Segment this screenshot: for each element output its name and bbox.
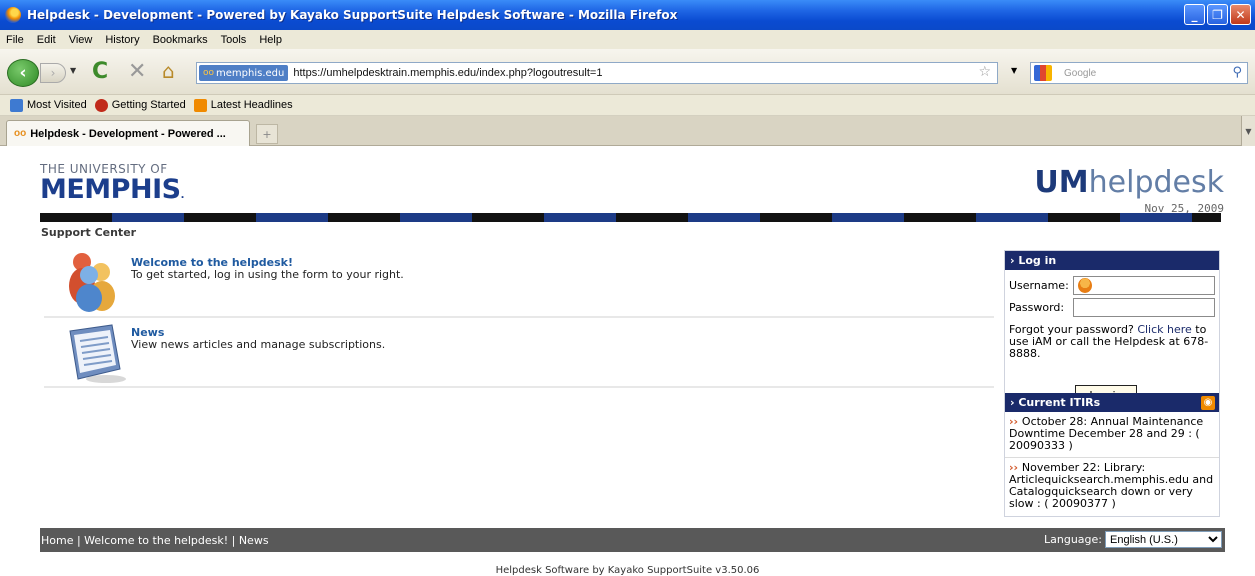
window-titlebar: Helpdesk - Development - Powered by Kaya… [0, 0, 1255, 30]
maximize-button[interactable]: ❐ [1207, 4, 1228, 25]
stop-icon[interactable]: ✕ [128, 59, 146, 84]
itir-item[interactable]: ›› October 28: Annual Maintenance Downti… [1005, 412, 1219, 458]
bookmark-most-visited[interactable]: Most Visited [10, 98, 87, 112]
menu-tools[interactable]: Tools [221, 34, 247, 46]
getting-started-icon [94, 98, 108, 112]
rss-feed-icon[interactable]: ◉ [1201, 395, 1215, 410]
menu-help[interactable]: Help [259, 34, 282, 46]
itir-text: November 22: Library: Articlequicksearch… [1009, 461, 1214, 510]
university-logo-line2: MEMPHIS [40, 174, 181, 205]
reload-icon[interactable]: C [92, 59, 108, 84]
news-description: View news articles and manage subscripti… [131, 338, 386, 351]
login-header: › Log in [1005, 251, 1219, 270]
search-box[interactable]: Google ⚲ [1030, 62, 1248, 84]
footer-links[interactable]: Home | Welcome to the helpdesk! | News [41, 534, 269, 547]
university-logo[interactable]: MEMPHIS. [40, 174, 184, 205]
menu-file[interactable]: File [6, 34, 24, 46]
close-button[interactable]: ✕ [1230, 4, 1251, 25]
itirs-title: › Current ITIRs [1010, 396, 1101, 409]
breadcrumb: Support Center [41, 226, 137, 239]
menu-history[interactable]: History [105, 34, 139, 46]
username-input[interactable] [1073, 275, 1215, 295]
site-domain: memphis.edu [216, 67, 285, 79]
footer-bar: Home | Welcome to the helpdesk! | News L… [40, 528, 1225, 552]
itir-item[interactable]: ›› November 22: Library: Articlequicksea… [1005, 458, 1219, 515]
bookmark-label: Most Visited [27, 99, 87, 111]
menu-edit[interactable]: Edit [37, 34, 56, 46]
bookmark-label: Getting Started [111, 99, 186, 111]
forward-button[interactable]: › [40, 63, 66, 83]
minimize-button[interactable]: _ [1184, 4, 1205, 25]
language-label: Language: [1044, 533, 1102, 546]
list-item-news: News View news articles and manage subsc… [44, 320, 994, 388]
history-dropdown-icon[interactable]: ▼ [70, 66, 76, 75]
tab-helpdesk[interactable]: oo Helpdesk - Development - Powered ... [6, 120, 250, 146]
users-icon [69, 253, 115, 312]
news-icon [69, 324, 126, 383]
bookmark-latest-headlines[interactable]: Latest Headlines [193, 98, 293, 112]
back-button[interactable]: ‹ [7, 59, 39, 87]
itirs-header: › Current ITIRs ◉ [1005, 393, 1219, 412]
bookmark-label: Latest Headlines [210, 99, 293, 111]
menu-view[interactable]: View [69, 34, 93, 46]
favicon-icon: oo [203, 68, 215, 78]
url-text[interactable]: https://umhelpdesktrain.memphis.edu/inde… [293, 67, 602, 79]
tab-favicon-icon: oo [14, 128, 27, 139]
rss-icon [193, 98, 207, 112]
username-label: Username: [1009, 278, 1069, 292]
logo-bold: UM [1034, 165, 1089, 200]
url-bar[interactable]: oo memphis.edu https://umhelpdesktrain.m… [196, 62, 998, 84]
url-dropdown-icon[interactable]: ▼ [1011, 66, 1017, 75]
footer-credit: Helpdesk Software by Kayako SupportSuite… [495, 565, 760, 576]
user-icon [1078, 278, 1092, 293]
page-content: THE UNIVERSITY OF MEMPHIS. UMhelpdesk No… [0, 146, 1255, 576]
password-input[interactable] [1073, 297, 1215, 317]
bookmark-getting-started[interactable]: Getting Started [94, 98, 186, 112]
navigation-toolbar: ‹ › ▼ C ✕ ⌂ oo memphis.edu https://umhel… [0, 49, 1255, 95]
umhelpdesk-logo[interactable]: UMhelpdesk [1034, 165, 1224, 200]
most-visited-icon [10, 98, 23, 112]
itir-text: October 28: Annual Maintenance Downtime … [1009, 415, 1204, 452]
sidebar: › Log in Username: Password: Forgot your… [1004, 250, 1220, 517]
home-icon[interactable]: ⌂ [162, 59, 175, 83]
new-tab-button[interactable]: + [256, 124, 278, 144]
firefox-icon [5, 7, 21, 23]
forgot-password-text: Forgot your password? Click here to use … [1009, 324, 1221, 360]
tab-label: Helpdesk - Development - Powered ... [30, 127, 226, 140]
google-icon[interactable] [1034, 65, 1052, 81]
password-label: Password: [1009, 300, 1065, 314]
tab-list-dropdown-icon[interactable]: ▼ [1241, 116, 1255, 146]
login-form: Username: Password: Forgot your password… [1005, 270, 1221, 405]
site-identity-badge[interactable]: oo memphis.edu [199, 65, 289, 81]
language-select[interactable]: English (U.S.) [1105, 531, 1222, 548]
logo-rest: helpdesk [1088, 165, 1224, 200]
welcome-description: To get started, log in using the form to… [131, 268, 404, 281]
search-placeholder: Google [1064, 67, 1097, 79]
window-title: Helpdesk - Development - Powered by Kaya… [27, 8, 678, 22]
search-icon[interactable]: ⚲ [1232, 65, 1242, 80]
language-selector: Language: English (U.S.) [1044, 531, 1222, 548]
menu-bookmarks[interactable]: Bookmarks [153, 34, 208, 46]
bookmark-star-icon[interactable]: ☆ [978, 64, 991, 80]
tab-bar: oo Helpdesk - Development - Powered ... … [0, 116, 1255, 146]
header-stripe [40, 213, 1221, 222]
menu-bar: File Edit View History Bookmarks Tools H… [0, 30, 1255, 49]
list-item-welcome: Welcome to the helpdesk! To get started,… [44, 250, 994, 318]
bookmarks-toolbar: Most Visited Getting Started Latest Head… [0, 95, 1255, 116]
